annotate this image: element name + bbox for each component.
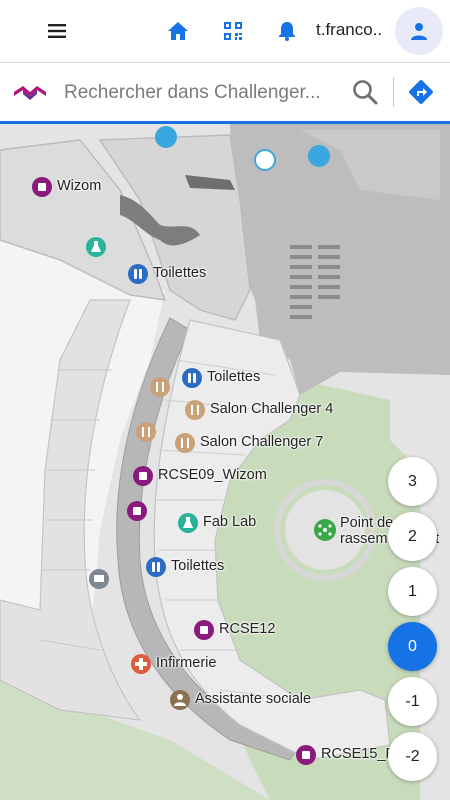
room-icon [194,620,214,640]
poi-label: Infirmerie [156,655,217,671]
poi-label: Salon Challenger 7 [200,434,324,450]
poi-infirmerie[interactable]: Infirmerie [131,654,216,679]
top-bar: t.franco.. [0,0,450,62]
toilet-icon [182,368,202,388]
qr-code-icon [224,22,242,40]
poi-rcse09-wizom[interactable]: RCSE09_Wizom [133,466,267,491]
home-icon [168,22,188,40]
menu-button[interactable] [40,14,74,48]
search-separator [393,77,394,107]
floor-button-1[interactable]: 1 [388,567,437,616]
poi-lab[interactable] [86,237,106,262]
poi-label: Salon Challenger 4 [210,401,334,417]
poi-toilettes-1[interactable]: Toilettes [128,264,206,289]
poi-room[interactable] [127,501,147,526]
directions-icon [409,80,433,104]
map-view[interactable]: Wizom Toilettes Toilettes Salon Challeng… [0,124,450,800]
monitor-icon [89,569,109,589]
search-button[interactable] [352,79,378,105]
poi-salon-challenger-7[interactable]: Salon Challenger 7 [175,433,323,458]
toilet-icon [146,557,166,577]
app-logo [14,86,46,100]
poi-label: RCSE15_B [321,746,396,762]
poi-label: Toilettes [207,369,261,385]
poi-rcse15-b[interactable]: RCSE15_B [296,745,395,770]
room-icon [127,501,147,521]
poi-salon-challenger-4[interactable]: Salon Challenger 4 [185,400,333,425]
directions-button[interactable] [407,78,435,106]
room-icon [32,177,52,197]
poi-wizom[interactable]: Wizom [32,177,101,202]
floor-button-2[interactable]: 2 [388,512,437,561]
poi-assistante-sociale[interactable]: Assistante sociale [170,690,311,715]
poi-label: Wizom [57,178,102,194]
user-icon [411,23,427,40]
poi-toilettes-2[interactable]: Toilettes [182,368,260,393]
menu-icon [48,24,66,38]
search-icon [353,80,378,105]
poi-restaurant-a[interactable] [150,377,170,402]
toilet-icon [128,264,148,284]
poi-label: Fab Lab [203,514,257,530]
restaurant-icon [150,377,170,397]
username: t.franco.. [316,20,383,39]
room-icon [296,745,316,765]
poi-label: Assistante sociale [195,691,312,707]
restaurant-icon [175,433,195,453]
home-button[interactable] [161,14,195,48]
poi-label: RCSE12 [219,621,276,637]
poi-toilettes-3[interactable]: Toilettes [146,557,224,582]
search-input[interactable] [62,76,346,110]
room-icon [133,466,153,486]
poi-restaurant-b[interactable] [136,422,156,447]
user-account-button[interactable] [395,7,443,55]
person-icon [170,690,190,710]
poi-screen[interactable] [89,569,109,594]
floor-button-0[interactable]: 0 [388,622,437,671]
restaurant-icon [185,400,205,420]
search-bar [0,62,450,125]
floor-button-3[interactable]: 3 [388,457,437,506]
bell-icon [279,22,295,41]
floor-button-minus-1[interactable]: -1 [388,677,437,726]
qr-code-button[interactable] [216,14,250,48]
restaurant-icon [136,422,156,442]
poi-rcse12[interactable]: RCSE12 [194,620,275,645]
medical-cross-icon [131,654,151,674]
flask-icon [86,237,106,257]
poi-label: RCSE09_Wizom [158,467,267,483]
poi-label: Toilettes [171,558,225,574]
notifications-button[interactable] [270,14,304,48]
assembly-point-icon [314,519,336,541]
poi-assembly-point[interactable]: Point de rassemblement [314,515,439,547]
poi-label: Toilettes [153,265,207,281]
flask-icon [178,513,198,533]
poi-fab-lab[interactable]: Fab Lab [178,513,256,538]
floor-button-minus-2[interactable]: -2 [388,732,437,781]
